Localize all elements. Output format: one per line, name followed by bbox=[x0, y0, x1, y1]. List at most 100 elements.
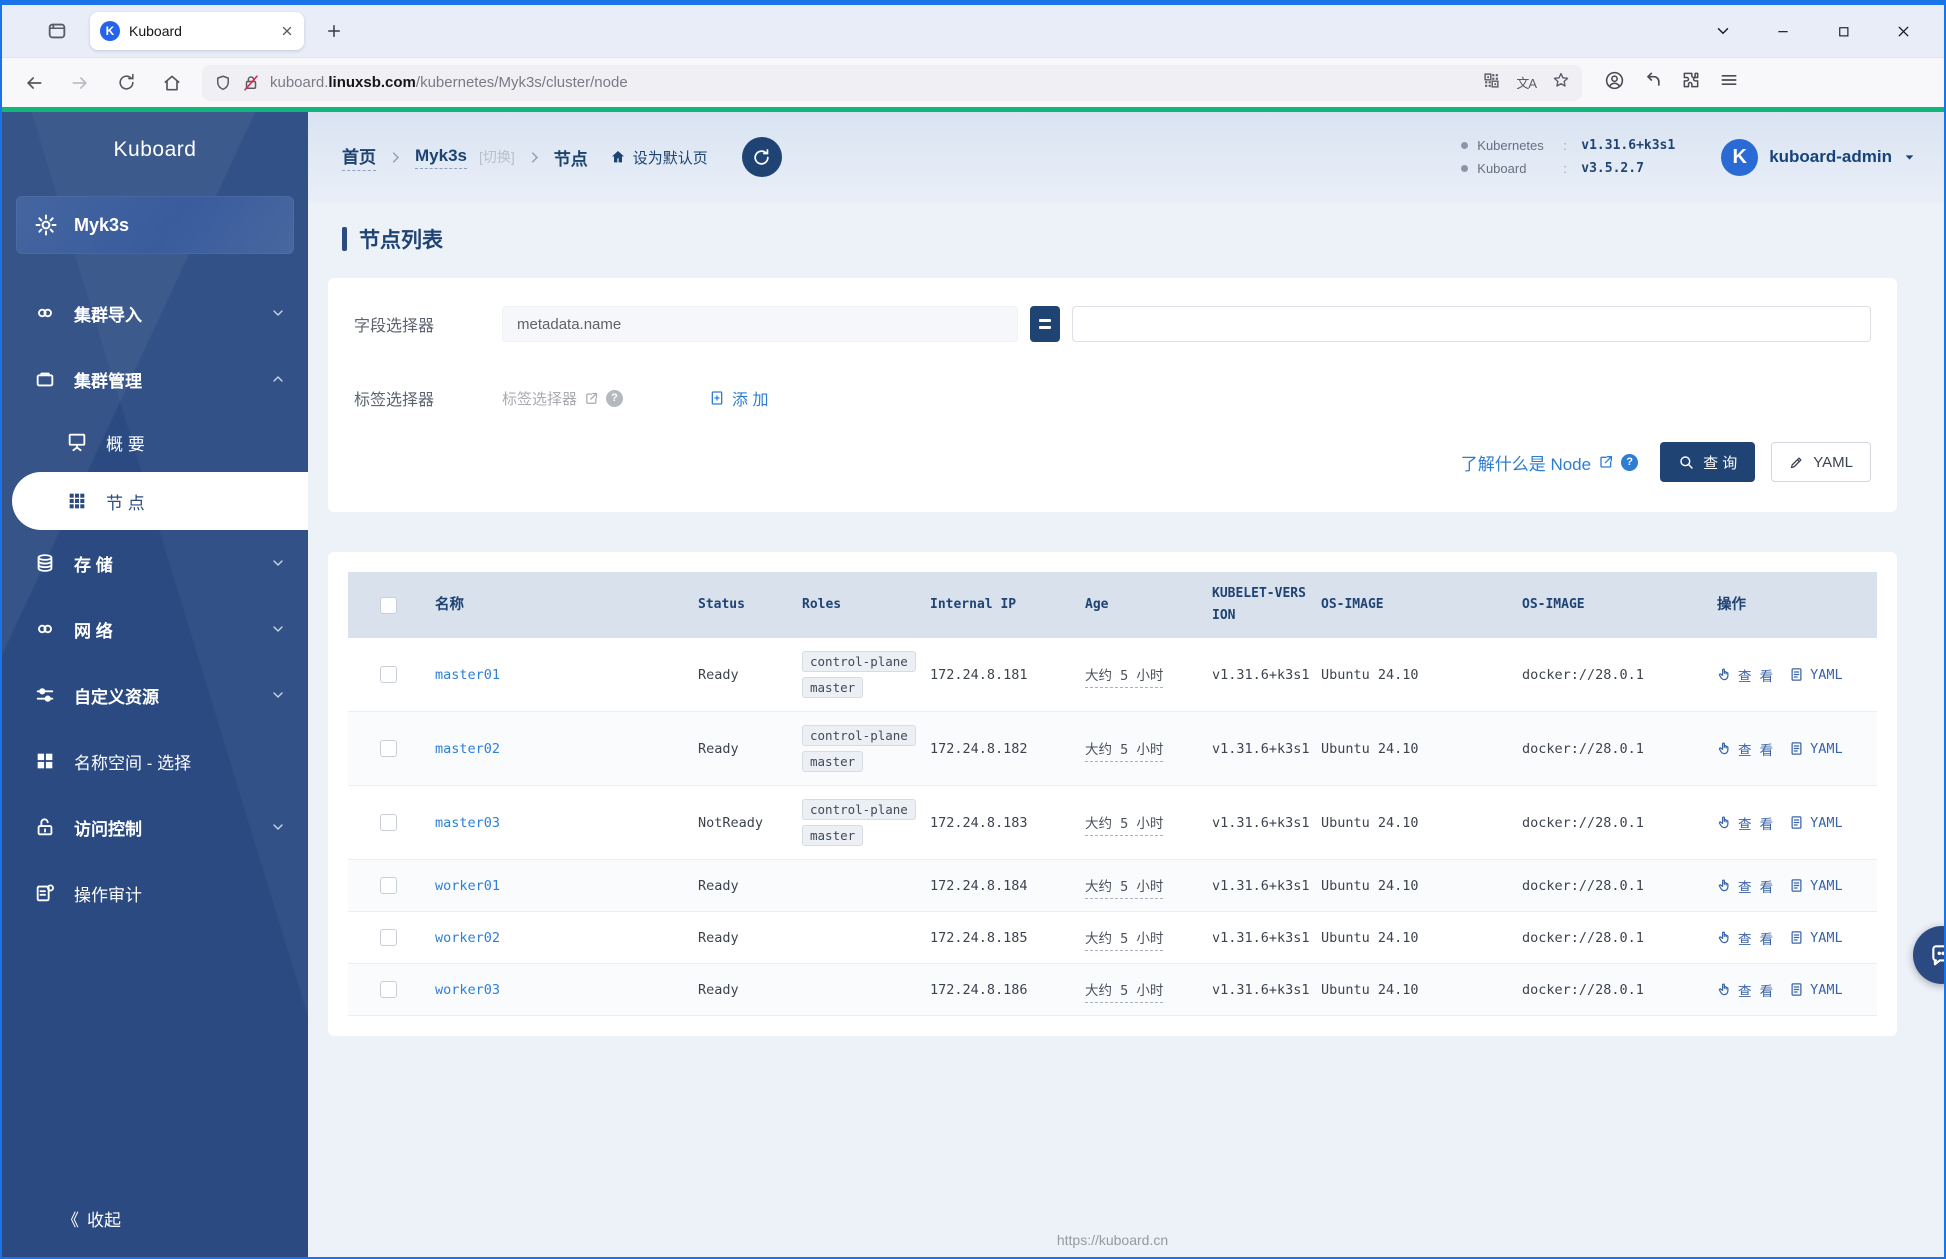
node-kubelet-version: v1.31.6+k3s1 bbox=[1212, 981, 1310, 998]
yaml-button[interactable]: YAML bbox=[1771, 442, 1871, 482]
node-name-link[interactable]: master01 bbox=[435, 667, 500, 683]
yaml-node-link[interactable]: YAML bbox=[1789, 667, 1843, 683]
sync-arrow-icon[interactable] bbox=[1643, 70, 1663, 95]
view-node-link[interactable]: 查 看 bbox=[1717, 665, 1773, 685]
browser-tab[interactable]: K Kuboard bbox=[90, 12, 304, 50]
menu-hamburger-icon[interactable] bbox=[1719, 70, 1739, 95]
search-button[interactable]: 查 询 bbox=[1660, 442, 1756, 482]
sidebar-item-access-control[interactable]: 访问控制 bbox=[2, 794, 308, 860]
storage-icon bbox=[34, 552, 56, 574]
label-selector-doc-link[interactable]: 标签选择器 ? bbox=[502, 388, 624, 409]
node-internal-ip: 172.24.8.183 bbox=[930, 814, 1028, 831]
node-name-link[interactable]: worker02 bbox=[435, 930, 500, 946]
insecure-lock-icon[interactable] bbox=[242, 74, 260, 92]
add-label-selector-button[interactable]: 添 加 bbox=[709, 386, 768, 410]
refresh-button[interactable] bbox=[741, 137, 782, 177]
operator-equals-button[interactable] bbox=[1030, 306, 1060, 342]
role-badge: control-plane bbox=[802, 725, 916, 746]
column-header-os-image-2: OS-IMAGE bbox=[1522, 596, 1585, 612]
view-node-link[interactable]: 查 看 bbox=[1717, 876, 1773, 896]
learn-about-node-link[interactable]: 了解什么是 Node ? bbox=[1461, 450, 1639, 475]
row-checkbox[interactable] bbox=[380, 814, 397, 831]
table-row: master02 Ready control-plane master 172.24.8… bbox=[348, 712, 1877, 786]
audit-icon bbox=[34, 882, 56, 904]
breadcrumb-switch-hint[interactable]: [切换] bbox=[479, 147, 515, 167]
tab-list-chevron-icon[interactable] bbox=[1708, 16, 1738, 46]
select-all-checkbox[interactable] bbox=[380, 596, 397, 614]
yaml-node-link[interactable]: YAML bbox=[1789, 930, 1843, 946]
url-text[interactable]: kuboard.linuxsb.com/kubernetes/Myk3s/clu… bbox=[270, 74, 1483, 91]
row-checkbox[interactable] bbox=[380, 877, 397, 894]
back-icon[interactable] bbox=[18, 67, 50, 99]
yaml-node-link[interactable]: YAML bbox=[1789, 878, 1843, 894]
row-checkbox[interactable] bbox=[380, 929, 397, 946]
kuboard-favicon: K bbox=[100, 21, 120, 41]
row-checkbox[interactable] bbox=[380, 666, 397, 683]
sidebar-item-cluster-manage[interactable]: 集群管理 bbox=[2, 346, 308, 412]
view-node-link[interactable]: 查 看 bbox=[1717, 739, 1773, 759]
node-name-link[interactable]: worker01 bbox=[435, 878, 500, 894]
view-node-link[interactable]: 查 看 bbox=[1717, 980, 1773, 1000]
node-status: Ready bbox=[698, 981, 739, 998]
sidebar-item-custom-resource[interactable]: 自定义资源 bbox=[2, 662, 308, 728]
tab-close-icon[interactable] bbox=[280, 24, 294, 38]
help-icon[interactable]: ? bbox=[606, 389, 624, 407]
field-selector-input[interactable] bbox=[502, 306, 1018, 342]
node-name-link[interactable]: master02 bbox=[435, 741, 500, 757]
browser-tab-bar: K Kuboard bbox=[2, 5, 1944, 57]
bullet-icon bbox=[1461, 142, 1469, 149]
role-badge: control-plane bbox=[802, 651, 916, 672]
sidebar-item-audit[interactable]: 操作审计 bbox=[2, 860, 308, 926]
footer-link[interactable]: https://kuboard.cn bbox=[328, 1222, 1897, 1257]
url-bar[interactable]: kuboard.linuxsb.com/kubernetes/Myk3s/clu… bbox=[202, 64, 1582, 101]
breadcrumb-cluster[interactable]: Myk3s bbox=[415, 146, 467, 169]
view-node-link[interactable]: 查 看 bbox=[1717, 813, 1773, 833]
caret-down-icon bbox=[1903, 151, 1916, 164]
window-minimize-button[interactable] bbox=[1768, 16, 1798, 46]
window-close-button[interactable] bbox=[1888, 16, 1918, 46]
sidebar-item-network[interactable]: 网 络 bbox=[2, 596, 308, 662]
row-checkbox[interactable] bbox=[380, 981, 397, 998]
sidebar-item-overview[interactable]: 概 要 bbox=[2, 412, 308, 472]
sidebar-item-label: 操作审计 bbox=[74, 885, 142, 905]
sidebar-collapse-button[interactable]: 《 收起 bbox=[2, 1206, 308, 1257]
sidebar-item-cluster-import[interactable]: 集群导入 bbox=[2, 280, 308, 346]
yaml-node-link[interactable]: YAML bbox=[1789, 815, 1843, 831]
field-value-input[interactable] bbox=[1072, 306, 1871, 342]
view-node-link[interactable]: 查 看 bbox=[1717, 928, 1773, 948]
account-icon[interactable] bbox=[1604, 70, 1625, 96]
yaml-node-link[interactable]: YAML bbox=[1789, 741, 1843, 757]
network-icon bbox=[34, 618, 56, 640]
sidebar-item-nodes[interactable]: 节 点 bbox=[12, 472, 308, 530]
node-internal-ip: 172.24.8.184 bbox=[930, 877, 1028, 894]
qr-code-icon[interactable] bbox=[1483, 72, 1500, 94]
reload-icon[interactable] bbox=[110, 67, 142, 99]
node-internal-ip: 172.24.8.186 bbox=[930, 981, 1028, 998]
sidebar-item-storage[interactable]: 存 储 bbox=[2, 530, 308, 596]
firefox-view-icon[interactable] bbox=[40, 14, 74, 48]
help-icon[interactable]: ? bbox=[1621, 453, 1639, 471]
node-name-link[interactable]: worker03 bbox=[435, 982, 500, 998]
set-default-page-button[interactable]: 设为默认页 bbox=[610, 147, 708, 168]
user-menu[interactable]: K kuboard-admin bbox=[1721, 138, 1916, 176]
node-age: 大约 5 小时 bbox=[1085, 879, 1164, 899]
bookmark-star-icon[interactable] bbox=[1552, 71, 1570, 94]
translate-icon[interactable]: 文A bbox=[1516, 73, 1537, 92]
sidebar-cluster-myk3s[interactable]: Myk3s bbox=[16, 196, 294, 254]
extensions-puzzle-icon[interactable] bbox=[1681, 70, 1701, 95]
table-row: worker01 Ready 172.24.8.184 大约 5 小时 v1.31.6+… bbox=[348, 860, 1877, 912]
new-tab-button[interactable] bbox=[318, 15, 350, 47]
node-os-image: Ubuntu 24.10 bbox=[1321, 740, 1419, 757]
home-icon[interactable] bbox=[156, 67, 188, 99]
row-checkbox[interactable] bbox=[380, 740, 397, 757]
node-name-link[interactable]: master03 bbox=[435, 815, 500, 831]
nodes-table-card: 名称 Status Roles Internal IP Age KUBELET-… bbox=[328, 552, 1897, 1036]
node-os-image: Ubuntu 24.10 bbox=[1321, 981, 1419, 998]
node-age: 大约 5 小时 bbox=[1085, 668, 1164, 688]
shield-icon[interactable] bbox=[214, 74, 232, 92]
breadcrumb-home[interactable]: 首页 bbox=[342, 143, 376, 171]
sidebar-item-namespace[interactable]: 名称空间 - 选择 bbox=[2, 728, 308, 794]
yaml-node-link[interactable]: YAML bbox=[1789, 982, 1843, 998]
forward-icon[interactable] bbox=[64, 67, 96, 99]
window-maximize-button[interactable] bbox=[1828, 16, 1858, 46]
